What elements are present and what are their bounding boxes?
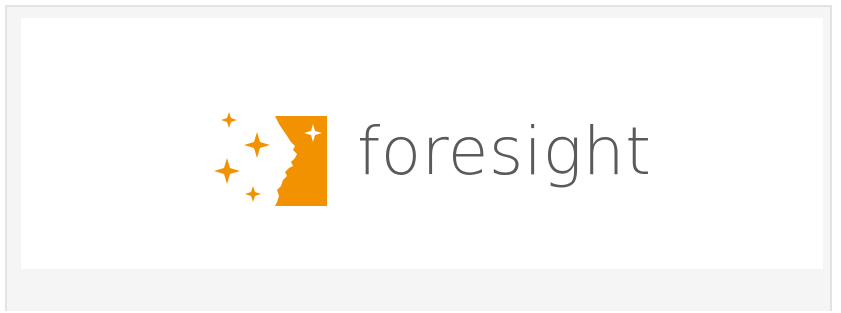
brand-wordmark: foresight [357, 113, 652, 190]
logo-card: foresight [21, 18, 823, 269]
foresight-logo-mark [214, 112, 327, 206]
foresight-logo: foresight [207, 102, 667, 212]
logo-frame: foresight [5, 5, 832, 311]
